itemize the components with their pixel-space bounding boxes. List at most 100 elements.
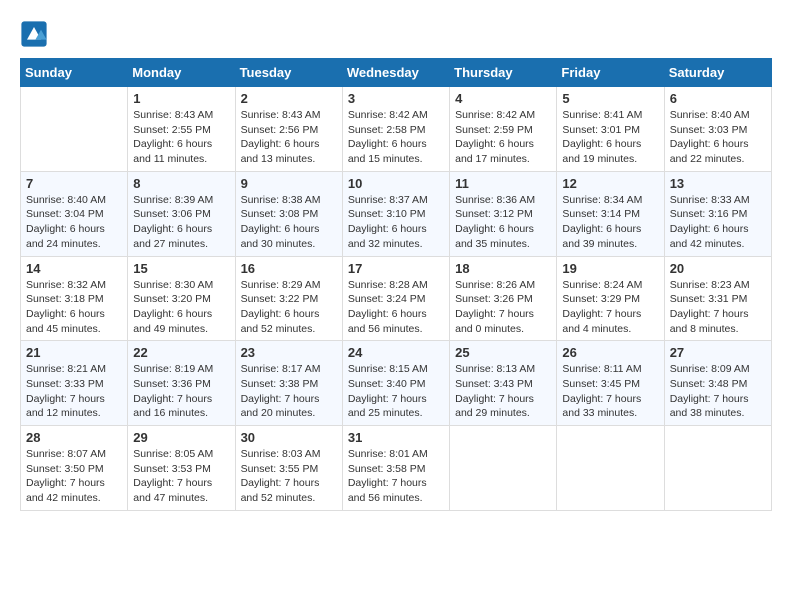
calendar-day-cell: 21 Sunrise: 8:21 AM Sunset: 3:33 PM Dayli…: [21, 341, 128, 426]
day-number: 12: [562, 176, 658, 191]
day-info: Sunrise: 8:29 AM Sunset: 3:22 PM Dayligh…: [241, 278, 337, 337]
day-number: 10: [348, 176, 444, 191]
calendar-day-cell: 25 Sunrise: 8:13 AM Sunset: 3:43 PM Dayli…: [450, 341, 557, 426]
day-number: 13: [670, 176, 766, 191]
day-number: 21: [26, 345, 122, 360]
calendar-day-cell: 2 Sunrise: 8:43 AM Sunset: 2:56 PM Daylig…: [235, 87, 342, 172]
calendar-day-cell: 24 Sunrise: 8:15 AM Sunset: 3:40 PM Dayli…: [342, 341, 449, 426]
day-number: 22: [133, 345, 229, 360]
day-info: Sunrise: 8:01 AM Sunset: 3:58 PM Dayligh…: [348, 447, 444, 506]
calendar-day-cell: 20 Sunrise: 8:23 AM Sunset: 3:31 PM Dayli…: [664, 256, 771, 341]
weekday-header-cell: Friday: [557, 59, 664, 87]
day-info: Sunrise: 8:41 AM Sunset: 3:01 PM Dayligh…: [562, 108, 658, 167]
calendar-week-row: 21 Sunrise: 8:21 AM Sunset: 3:33 PM Dayli…: [21, 341, 772, 426]
day-info: Sunrise: 8:42 AM Sunset: 2:58 PM Dayligh…: [348, 108, 444, 167]
day-info: Sunrise: 8:21 AM Sunset: 3:33 PM Dayligh…: [26, 362, 122, 421]
calendar-week-row: 7 Sunrise: 8:40 AM Sunset: 3:04 PM Daylig…: [21, 171, 772, 256]
day-info: Sunrise: 8:37 AM Sunset: 3:10 PM Dayligh…: [348, 193, 444, 252]
day-number: 9: [241, 176, 337, 191]
calendar-day-cell: 7 Sunrise: 8:40 AM Sunset: 3:04 PM Daylig…: [21, 171, 128, 256]
day-info: Sunrise: 8:40 AM Sunset: 3:04 PM Dayligh…: [26, 193, 122, 252]
day-info: Sunrise: 8:09 AM Sunset: 3:48 PM Dayligh…: [670, 362, 766, 421]
day-number: 24: [348, 345, 444, 360]
day-info: Sunrise: 8:40 AM Sunset: 3:03 PM Dayligh…: [670, 108, 766, 167]
calendar-day-cell: 5 Sunrise: 8:41 AM Sunset: 3:01 PM Daylig…: [557, 87, 664, 172]
day-number: 4: [455, 91, 551, 106]
weekday-header-cell: Sunday: [21, 59, 128, 87]
day-number: 5: [562, 91, 658, 106]
day-info: Sunrise: 8:19 AM Sunset: 3:36 PM Dayligh…: [133, 362, 229, 421]
calendar-body: 1Sunrise: 8:43 AM Sunset: 2:55 PM Daylig…: [21, 87, 772, 511]
day-number: 7: [26, 176, 122, 191]
calendar-day-cell: 26 Sunrise: 8:11 AM Sunset: 3:45 PM Dayli…: [557, 341, 664, 426]
day-info: Sunrise: 8:33 AM Sunset: 3:16 PM Dayligh…: [670, 193, 766, 252]
calendar-day-cell: 18 Sunrise: 8:26 AM Sunset: 3:26 PM Dayli…: [450, 256, 557, 341]
day-number: 8: [133, 176, 229, 191]
calendar-day-cell: 1Sunrise: 8:43 AM Sunset: 2:55 PM Daylig…: [128, 87, 235, 172]
day-number: 17: [348, 261, 444, 276]
day-info: Sunrise: 8:17 AM Sunset: 3:38 PM Dayligh…: [241, 362, 337, 421]
day-number: 11: [455, 176, 551, 191]
calendar-day-cell: 17 Sunrise: 8:28 AM Sunset: 3:24 PM Dayli…: [342, 256, 449, 341]
day-number: 6: [670, 91, 766, 106]
day-number: 25: [455, 345, 551, 360]
calendar-day-cell: 30Sunrise: 8:03 AM Sunset: 3:55 PM Dayli…: [235, 426, 342, 511]
weekday-header-cell: Tuesday: [235, 59, 342, 87]
calendar-day-cell: 9 Sunrise: 8:38 AM Sunset: 3:08 PM Daylig…: [235, 171, 342, 256]
calendar-day-cell: 19 Sunrise: 8:24 AM Sunset: 3:29 PM Dayli…: [557, 256, 664, 341]
weekday-header-row: SundayMondayTuesdayWednesdayThursdayFrid…: [21, 59, 772, 87]
weekday-header-cell: Saturday: [664, 59, 771, 87]
calendar-day-cell: 6 Sunrise: 8:40 AM Sunset: 3:03 PM Daylig…: [664, 87, 771, 172]
day-number: 26: [562, 345, 658, 360]
day-number: 27: [670, 345, 766, 360]
day-number: 31: [348, 430, 444, 445]
calendar-day-cell: 16 Sunrise: 8:29 AM Sunset: 3:22 PM Dayli…: [235, 256, 342, 341]
day-info: Sunrise: 8:13 AM Sunset: 3:43 PM Dayligh…: [455, 362, 551, 421]
calendar-day-cell: 22 Sunrise: 8:19 AM Sunset: 3:36 PM Dayli…: [128, 341, 235, 426]
calendar-week-row: 1Sunrise: 8:43 AM Sunset: 2:55 PM Daylig…: [21, 87, 772, 172]
day-info: Sunrise: 8:24 AM Sunset: 3:29 PM Dayligh…: [562, 278, 658, 337]
calendar-week-row: 28Sunrise: 8:07 AM Sunset: 3:50 PM Dayli…: [21, 426, 772, 511]
day-number: 18: [455, 261, 551, 276]
day-info: Sunrise: 8:05 AM Sunset: 3:53 PM Dayligh…: [133, 447, 229, 506]
calendar-day-cell: 10 Sunrise: 8:37 AM Sunset: 3:10 PM Dayli…: [342, 171, 449, 256]
logo-icon: [20, 20, 48, 48]
calendar-day-cell: [664, 426, 771, 511]
calendar-table: SundayMondayTuesdayWednesdayThursdayFrid…: [20, 58, 772, 511]
day-info: Sunrise: 8:36 AM Sunset: 3:12 PM Dayligh…: [455, 193, 551, 252]
day-number: 1: [133, 91, 229, 106]
logo: [20, 20, 52, 48]
day-info: Sunrise: 8:43 AM Sunset: 2:56 PM Dayligh…: [241, 108, 337, 167]
weekday-header-cell: Monday: [128, 59, 235, 87]
day-info: Sunrise: 8:11 AM Sunset: 3:45 PM Dayligh…: [562, 362, 658, 421]
calendar-day-cell: 12Sunrise: 8:34 AM Sunset: 3:14 PM Dayli…: [557, 171, 664, 256]
day-number: 3: [348, 91, 444, 106]
calendar-week-row: 14 Sunrise: 8:32 AM Sunset: 3:18 PM Dayli…: [21, 256, 772, 341]
day-info: Sunrise: 8:15 AM Sunset: 3:40 PM Dayligh…: [348, 362, 444, 421]
day-info: Sunrise: 8:30 AM Sunset: 3:20 PM Dayligh…: [133, 278, 229, 337]
day-number: 20: [670, 261, 766, 276]
page-header: [20, 20, 772, 48]
calendar-day-cell: 15 Sunrise: 8:30 AM Sunset: 3:20 PM Dayli…: [128, 256, 235, 341]
day-info: Sunrise: 8:38 AM Sunset: 3:08 PM Dayligh…: [241, 193, 337, 252]
day-number: 14: [26, 261, 122, 276]
calendar-day-cell: 28Sunrise: 8:07 AM Sunset: 3:50 PM Dayli…: [21, 426, 128, 511]
day-number: 2: [241, 91, 337, 106]
day-info: Sunrise: 8:32 AM Sunset: 3:18 PM Dayligh…: [26, 278, 122, 337]
calendar-day-cell: 14 Sunrise: 8:32 AM Sunset: 3:18 PM Dayli…: [21, 256, 128, 341]
day-info: Sunrise: 8:23 AM Sunset: 3:31 PM Dayligh…: [670, 278, 766, 337]
calendar-day-cell: [21, 87, 128, 172]
calendar-day-cell: 8 Sunrise: 8:39 AM Sunset: 3:06 PM Daylig…: [128, 171, 235, 256]
day-info: Sunrise: 8:39 AM Sunset: 3:06 PM Dayligh…: [133, 193, 229, 252]
calendar-day-cell: 3 Sunrise: 8:42 AM Sunset: 2:58 PM Daylig…: [342, 87, 449, 172]
calendar-day-cell: 11 Sunrise: 8:36 AM Sunset: 3:12 PM Dayli…: [450, 171, 557, 256]
day-info: Sunrise: 8:28 AM Sunset: 3:24 PM Dayligh…: [348, 278, 444, 337]
calendar-day-cell: 27 Sunrise: 8:09 AM Sunset: 3:48 PM Dayli…: [664, 341, 771, 426]
day-info: Sunrise: 8:42 AM Sunset: 2:59 PM Dayligh…: [455, 108, 551, 167]
calendar-day-cell: 4 Sunrise: 8:42 AM Sunset: 2:59 PM Daylig…: [450, 87, 557, 172]
day-number: 16: [241, 261, 337, 276]
day-info: Sunrise: 8:26 AM Sunset: 3:26 PM Dayligh…: [455, 278, 551, 337]
day-number: 19: [562, 261, 658, 276]
weekday-header-cell: Thursday: [450, 59, 557, 87]
day-number: 15: [133, 261, 229, 276]
